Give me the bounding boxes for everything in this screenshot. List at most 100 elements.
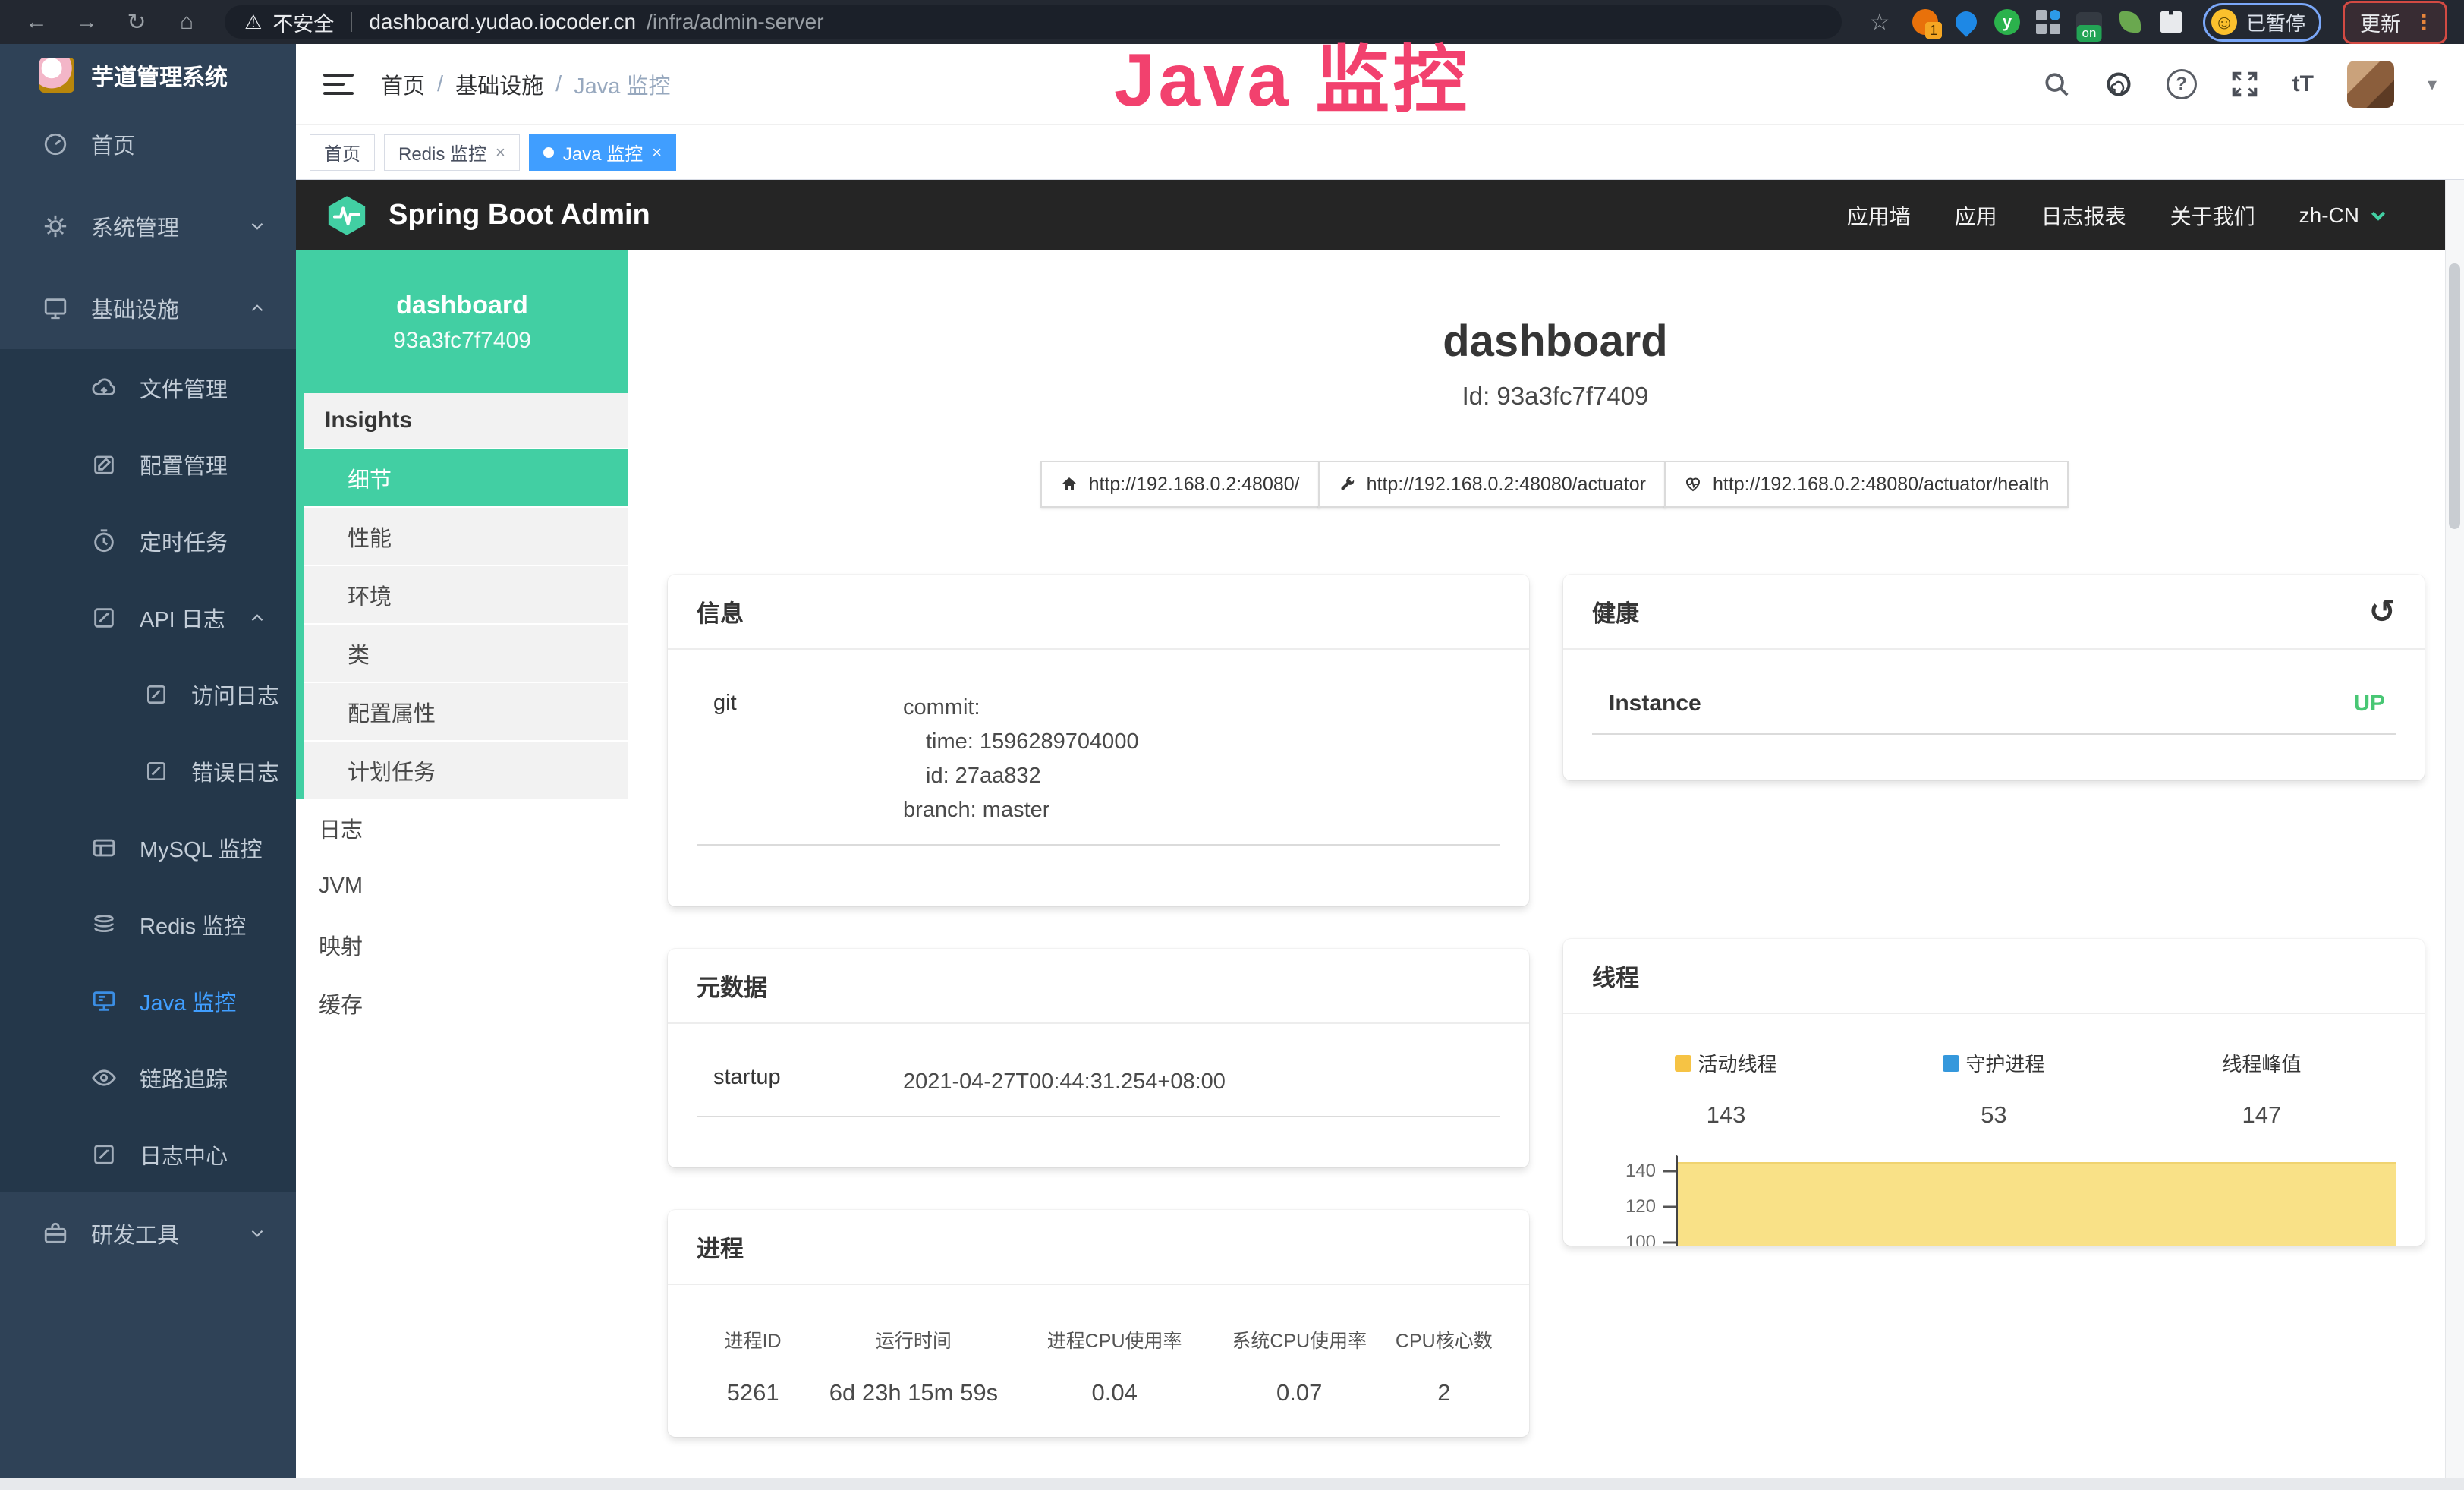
app-sidebar: 芋道管理系统 首页 系统管理 基础设施 文件管理 配置管理 定时任务 API 日… [0, 44, 296, 1490]
sba-item-jvm[interactable]: JVM [296, 857, 628, 915]
sidebar-item-java[interactable]: Java 监控 [0, 962, 296, 1039]
profile-paused-badge[interactable]: ☺ 已暂停 [2203, 3, 2321, 42]
security-label[interactable]: 不安全 [272, 8, 334, 37]
sidebar-item-tracing[interactable]: 链路追踪 [0, 1039, 296, 1116]
sba-nav-wall[interactable]: 应用墙 [1847, 200, 1911, 231]
help-icon[interactable]: ? [2167, 69, 2197, 99]
log-edit-icon [91, 605, 117, 631]
layers-icon [91, 912, 117, 937]
sidebar-item-devtools[interactable]: 研发工具 [0, 1192, 296, 1274]
search-icon[interactable] [2042, 70, 2071, 99]
on-badge: on [2077, 25, 2102, 42]
extension-icon-leaf[interactable] [2115, 7, 2145, 37]
sidebar-item-home[interactable]: 首页 [0, 103, 296, 185]
extension-icon-switch[interactable]: on [2074, 7, 2104, 37]
tab-java[interactable]: Java 监控 × [529, 134, 676, 171]
sidebar-item-api-log[interactable]: API 日志 [0, 579, 296, 656]
reload-icon[interactable]: ↻ [117, 9, 156, 36]
sidebar-item-error-log[interactable]: 错误日志 [0, 732, 296, 809]
annotation-label: Java 监控 [1114, 20, 1470, 128]
sidebar-item-infra[interactable]: 基础设施 [0, 267, 296, 349]
sidebar-item-config[interactable]: 配置管理 [0, 426, 296, 502]
forward-icon[interactable]: → [67, 9, 106, 35]
sba-item-classes[interactable]: 类 [304, 623, 628, 682]
update-button[interactable]: 更新 ⋮ [2343, 1, 2447, 44]
sba-group-label: Insights [304, 393, 628, 448]
sba-app-id: 93a3fc7f7409 [296, 328, 628, 354]
sba-item-scheduled[interactable]: 计划任务 [304, 740, 628, 799]
history-icon[interactable]: ↺ [2369, 596, 2396, 628]
sidebar-item-redis[interactable]: Redis 监控 [0, 886, 296, 962]
extension-icon-y[interactable]: y [1992, 7, 2022, 37]
user-avatar[interactable] [2347, 61, 2394, 108]
sba-brand[interactable]: Spring Boot Admin [389, 199, 650, 232]
breadcrumb-separator: / [555, 72, 562, 97]
log-edit-icon [144, 682, 168, 707]
sba-app-block[interactable]: dashboard 93a3fc7f7409 [296, 250, 628, 393]
extension-icon-orange[interactable]: 1 [1910, 7, 1940, 37]
breadcrumb-infra[interactable]: 基础设施 [455, 68, 543, 100]
caret-down-icon[interactable]: ▾ [2428, 74, 2437, 96]
sba-item-caches[interactable]: 缓存 [296, 974, 628, 1032]
sidebar-item-jobs[interactable]: 定时任务 [0, 502, 296, 579]
browser-menu-icon[interactable]: ⋮ [2413, 10, 2434, 35]
chevron-down-icon [247, 216, 267, 236]
sidebar-item-system[interactable]: 系统管理 [0, 185, 296, 267]
display-icon [91, 988, 117, 1014]
back-icon[interactable]: ← [17, 9, 56, 35]
extension-icon-pin[interactable] [1951, 7, 1981, 37]
sidebar-item-mysql[interactable]: MySQL 监控 [0, 809, 296, 886]
font-size-icon[interactable]: tT [2292, 71, 2314, 97]
app-logo-row[interactable]: 芋道管理系统 [0, 44, 296, 103]
actuator-url-button[interactable]: http://192.168.0.2:48080/actuator [1318, 461, 1666, 508]
home-icon[interactable]: ⌂ [167, 9, 206, 35]
health-url-button[interactable]: http://192.168.0.2:48080/actuator/health [1664, 461, 2069, 508]
app-title: 芋道管理系统 [91, 58, 228, 92]
cards-left-column: 信息 git commit: time: 1596289704000 id: 2… [668, 575, 1529, 1479]
sidebar-item-log-center[interactable]: 日志中心 [0, 1116, 296, 1192]
window-bottom-edge [0, 1478, 2464, 1490]
threads-card: 线程 活动线程 143 守护进程 53 [1563, 939, 2425, 1246]
extensions-puzzle-icon[interactable] [2156, 7, 2186, 37]
sba-header: Spring Boot Admin 应用墙 应用 日志报表 关于我们 zh-CN [296, 180, 2464, 250]
legend-swatch-daemon [1943, 1055, 1959, 1072]
gear-icon [42, 213, 68, 239]
sidebar-toggle-icon[interactable] [323, 74, 354, 95]
url-path: /infra/admin-server [647, 10, 823, 34]
extension-icon-grid[interactable] [2033, 7, 2063, 37]
tab-home[interactable]: 首页 [310, 134, 375, 171]
frame-scrollbar[interactable] [2445, 180, 2464, 1490]
tab-redis[interactable]: Redis 监控 × [384, 134, 520, 171]
warning-icon: ⚠ [244, 11, 262, 34]
sidebar-item-files[interactable]: 文件管理 [0, 349, 296, 426]
sba-item-logs[interactable]: 日志 [296, 799, 628, 857]
close-icon[interactable]: × [496, 143, 505, 162]
sba-item-environment[interactable]: 环境 [304, 565, 628, 623]
sba-nav-apps[interactable]: 应用 [1955, 200, 1997, 231]
paused-label: 已暂停 [2246, 8, 2305, 36]
sba-item-configprops[interactable]: 配置属性 [304, 682, 628, 740]
sidebar-item-access-log[interactable]: 访问日志 [0, 656, 296, 732]
breadcrumb-home[interactable]: 首页 [381, 68, 425, 100]
sba-language-select[interactable]: zh-CN [2299, 203, 2390, 228]
sba-item-mappings[interactable]: 映射 [296, 915, 628, 974]
sba-item-details[interactable]: 细节 [304, 448, 628, 506]
home-icon [1060, 475, 1078, 493]
sba-nav-about[interactable]: 关于我们 [2170, 200, 2255, 231]
sba-item-metrics[interactable]: 性能 [304, 506, 628, 565]
fullscreen-icon[interactable] [2230, 70, 2259, 99]
sba-sidebar: dashboard 93a3fc7f7409 Insights 细节 性能 环境… [296, 250, 628, 1490]
area-series-live-threads [1676, 1155, 2396, 1246]
bookmark-star-icon[interactable]: ☆ [1860, 9, 1899, 36]
address-bar[interactable]: ⚠ 不安全 dashboard.yudao.iocoder.cn /infra/… [225, 5, 1842, 39]
process-card: 进程 进程ID5261 运行时间6d 23h 15m 59s 进程CPU使用率0… [668, 1210, 1529, 1437]
gauge-icon [42, 131, 68, 157]
scrollbar-thumb[interactable] [2449, 263, 2460, 529]
table-row[interactable]: Instance UP [1592, 671, 2396, 735]
instance-links: http://192.168.0.2:48080/ http://192.168… [668, 461, 2443, 508]
sba-nav-journal[interactable]: 日志报表 [2041, 200, 2126, 231]
url-host: dashboard.yudao.iocoder.cn [369, 10, 636, 34]
github-icon[interactable] [2104, 70, 2133, 99]
close-icon[interactable]: × [652, 143, 662, 162]
service-url-button[interactable]: http://192.168.0.2:48080/ [1040, 461, 1320, 508]
